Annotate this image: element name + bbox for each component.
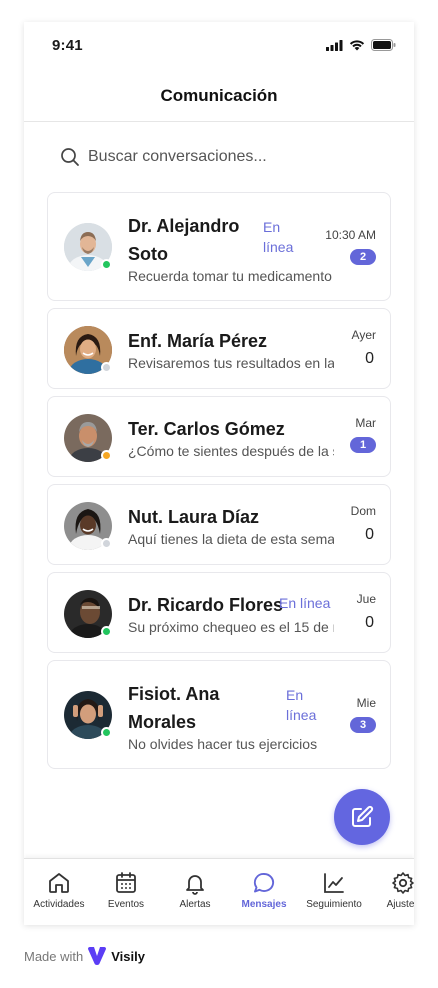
unread-badge: 2: [350, 249, 376, 265]
contact-name: Dr. Ricardo Flores: [128, 595, 284, 615]
nav-label: Mensajes: [241, 899, 287, 910]
contact-name: Enf. María Pérez: [128, 331, 268, 351]
search-bar[interactable]: [60, 144, 380, 170]
online-status-line1: En: [286, 687, 304, 703]
nav-item-alertas[interactable]: Alertas: [160, 859, 230, 925]
page-title: Comunicación: [160, 86, 278, 105]
nav-item-ajustes[interactable]: Ajustes: [368, 859, 414, 925]
unread-badge: 1: [350, 437, 376, 453]
presence-indicator: [101, 450, 112, 461]
calendar-icon: [116, 872, 136, 893]
signal-icon: [326, 39, 343, 51]
status-time: 9:41: [52, 37, 83, 54]
contact-name-line1: Dr. Alejandro: [128, 216, 240, 236]
unread-count: 0: [365, 526, 374, 543]
message-preview: Aquí tienes la dieta de esta semana: [128, 531, 334, 547]
footer-prefix: Made with: [24, 948, 84, 964]
message-time: Mar: [355, 416, 376, 430]
online-status-line2: línea: [286, 707, 317, 723]
unread-badge: 3: [350, 717, 376, 733]
nav-label: Eventos: [107, 899, 145, 910]
conversation-card-laura-diaz[interactable]: Nut. Laura Díaz Aquí tienes la dieta de …: [47, 484, 391, 565]
message-time: 10:30 AM: [325, 228, 376, 242]
new-message-button[interactable]: [334, 789, 390, 845]
nav-item-mensajes[interactable]: Mensajes: [229, 859, 299, 925]
unread-count: 0: [365, 614, 374, 631]
nav-label: Alertas: [179, 899, 211, 910]
contact-name: Ter. Carlos Gómez: [128, 419, 285, 439]
nav-label: Ajustes: [386, 899, 414, 910]
message-time: Ayer: [351, 328, 376, 342]
nav-label: Seguimiento: [306, 899, 362, 910]
contact-name-line1: Fisiot. Ana: [128, 684, 220, 704]
conversation-card-ricardo-flores[interactable]: Dr. Ricardo Flores En línea Su próximo c…: [47, 572, 391, 653]
presence-indicator: [101, 259, 112, 270]
message-preview: Revisaremos tus resultados en la próxima: [128, 355, 334, 371]
status-bar: 9:41: [24, 22, 414, 70]
message-time: Jue: [356, 592, 376, 606]
battery-icon: [371, 39, 396, 51]
message-preview: Su próximo chequeo es el 15 de mayo: [128, 619, 334, 635]
search-input[interactable]: [88, 148, 348, 166]
nav-label: Actividades: [33, 899, 85, 910]
contact-name: Nut. Laura Díaz: [128, 507, 260, 527]
nav-item-seguimiento[interactable]: Seguimiento: [299, 859, 369, 925]
footer-brand: Visily: [111, 948, 145, 964]
conversation-card-alejandro-soto[interactable]: Dr. Alejandro Soto En línea Recuerda tom…: [47, 192, 391, 301]
gear-icon: [392, 872, 414, 894]
bottom-navigation: Actividades Eventos Alertas Mensajes Seg…: [24, 858, 414, 925]
online-status-line2: línea: [263, 239, 294, 255]
bell-icon: [186, 875, 204, 895]
edit-icon: [352, 805, 374, 827]
message-time: Mie: [356, 696, 376, 710]
search-icon: [61, 148, 79, 166]
visily-logo-icon: [88, 947, 107, 965]
message-preview: Recuerda tomar tu medicamento: [128, 268, 332, 284]
status-icons: [326, 39, 396, 51]
wifi-icon: [349, 39, 365, 50]
chart-icon: [324, 873, 344, 893]
message-preview: ¿Cómo te sientes después de la sesión?: [128, 443, 334, 459]
conversation-card-ana-morales[interactable]: Fisiot. Ana Morales En línea No olvides …: [47, 660, 391, 769]
app-header: Comunicación: [24, 70, 414, 122]
made-with-footer: Made with Visily: [24, 947, 145, 965]
conversation-card-carlos-gomez[interactable]: Ter. Carlos Gómez ¿Cómo te sientes despu…: [47, 396, 391, 477]
conversation-card-maria-perez[interactable]: Enf. María Pérez Revisaremos tus resulta…: [47, 308, 391, 389]
presence-indicator: [101, 538, 112, 549]
online-status: En línea: [279, 595, 331, 611]
message-time: Dom: [350, 504, 376, 518]
contact-name-line2: Soto: [128, 244, 168, 264]
nav-item-eventos[interactable]: Eventos: [91, 859, 161, 925]
presence-indicator: [101, 362, 112, 373]
presence-indicator: [101, 727, 112, 738]
nav-item-actividades[interactable]: Actividades: [24, 859, 94, 925]
presence-indicator: [101, 626, 112, 637]
contact-name-line2: Morales: [128, 712, 197, 732]
unread-count: 0: [365, 350, 374, 367]
home-icon: [49, 873, 69, 893]
online-status-line1: En: [263, 219, 281, 235]
chat-icon: [253, 873, 275, 893]
message-preview: No olvides hacer tus ejercicios: [128, 736, 318, 752]
phone-screen: 9:41 Comunicación Dr. Alejandro Soto En …: [24, 22, 414, 925]
